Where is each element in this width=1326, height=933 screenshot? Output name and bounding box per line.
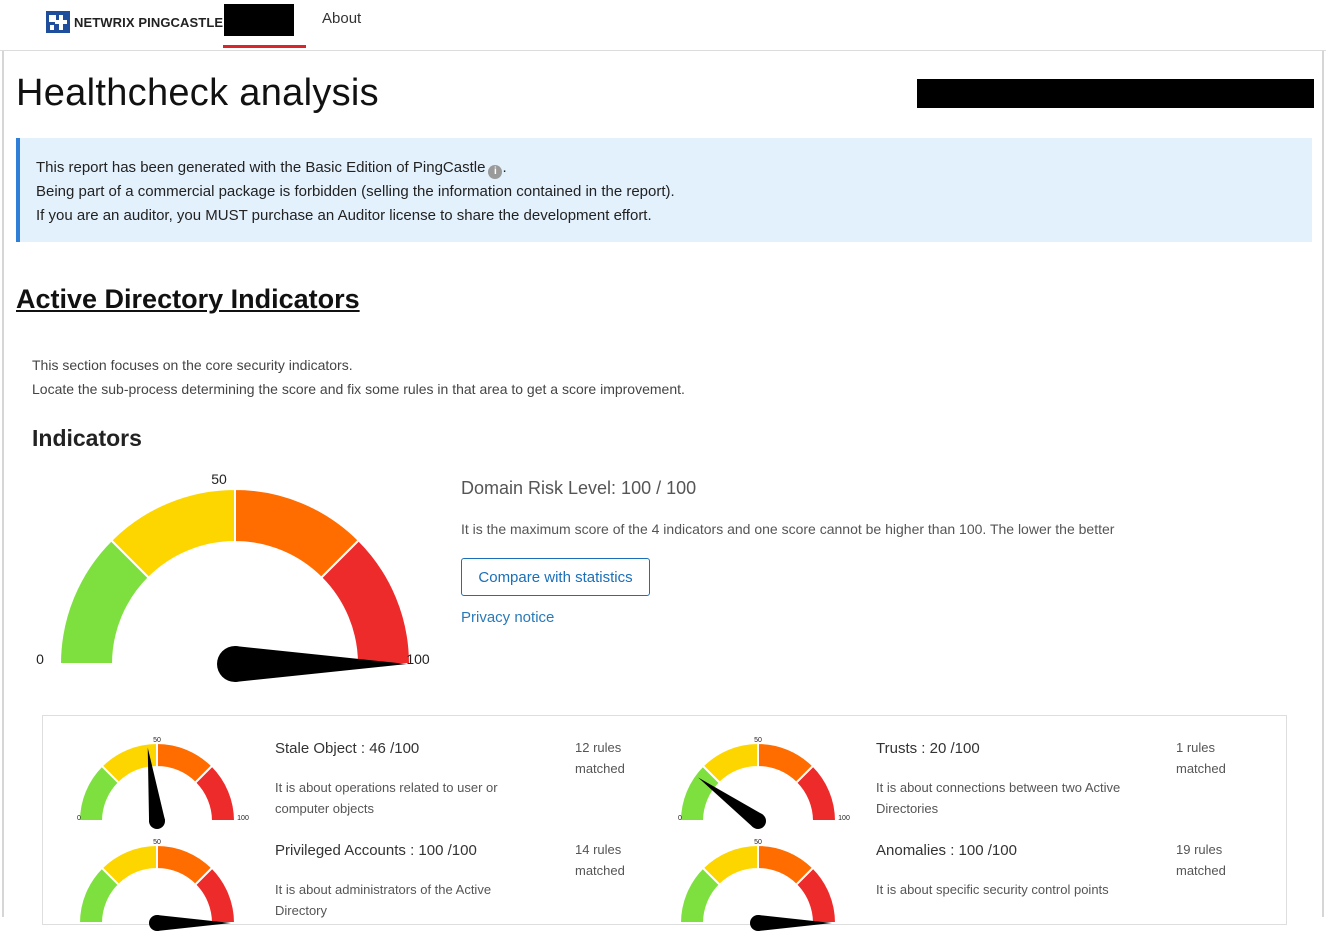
redacted-domain-name <box>917 79 1314 108</box>
gauge-bands <box>58 487 412 665</box>
stale-object-gauge: 0 50 100 <box>77 737 249 829</box>
notice-line-3: If you are an auditor, you MUST purchase… <box>36 207 652 224</box>
domain-risk-description: It is the maximum score of the 4 indicat… <box>461 521 1115 537</box>
domain-risk-gauge: 0 50 100 <box>36 471 430 682</box>
gauge-label-max: 100 <box>237 815 249 822</box>
gauge-label-min: 0 <box>77 815 81 822</box>
needle-hub <box>750 813 766 829</box>
privileged-accounts-title: Privileged Accounts : 100 /100 <box>275 842 477 859</box>
gauge-label-mid: 50 <box>153 839 161 846</box>
gauge-label-mid: 50 <box>153 737 161 744</box>
gauge-label-max: 100 <box>838 815 850 822</box>
indicators-subtitle: Indicators <box>32 425 142 451</box>
gauge-label-min: 0 <box>36 651 44 667</box>
anomalies-gauge: 50 <box>678 839 838 931</box>
brand-logo[interactable]: NETWRIX PINGCASTLE <box>46 10 223 34</box>
gauge-label-mid: 50 <box>754 737 762 744</box>
anomalies-description: It is about specific security control po… <box>876 882 1109 897</box>
notice-line-1: This report has been generated with the … <box>36 159 507 179</box>
gauge-label-max: 100 <box>406 651 430 667</box>
privileged-accounts-gauge: 50 <box>77 839 237 931</box>
stale-object-rules-matched: 12 rules matched <box>575 740 625 776</box>
trusts-description: It is about connections between two Acti… <box>876 780 1121 816</box>
trusts-gauge: 0 50 100 <box>678 737 850 829</box>
anomalies-rules-matched: 19 rules matched <box>1176 842 1226 878</box>
notice-line-2: Being part of a commercial package is fo… <box>36 183 675 200</box>
privileged-accounts-rules-matched: 14 rules matched <box>575 842 625 878</box>
needle-hub <box>217 646 253 682</box>
edition-notice: This report has been generated with the … <box>16 138 1312 242</box>
brand-name: NETWRIX PINGCASTLE <box>74 14 224 30</box>
active-tab-underline <box>223 45 306 48</box>
gauge-label-min: 0 <box>678 815 682 822</box>
privacy-notice-link[interactable]: Privacy notice <box>461 609 554 626</box>
domain-risk-title: Domain Risk Level: 100 / 100 <box>461 478 697 498</box>
pingcastle-logo-icon <box>46 11 70 33</box>
page-title: Healthcheck analysis <box>16 72 379 114</box>
needle-hub <box>750 915 766 931</box>
section-description: This section focuses on the core securit… <box>32 357 685 397</box>
anomalies-title: Anomalies : 100 /100 <box>876 842 1017 859</box>
needle-hub <box>149 813 165 829</box>
needle-hub <box>149 915 165 931</box>
info-icon[interactable]: i <box>488 165 503 179</box>
top-navbar: NETWRIX PINGCASTLE About <box>0 0 1326 51</box>
redacted-nav-item[interactable] <box>224 4 294 36</box>
gauge-label-mid: 50 <box>754 839 762 846</box>
indicator-panel: 0 50 100 Stale Object : 46 /100 It is ab… <box>42 715 1287 931</box>
trusts-title: Trusts : 20 /100 <box>876 740 980 757</box>
stale-object-description: It is about operations related to user o… <box>275 780 498 816</box>
trusts-rules-matched: 1 rules matched <box>1176 740 1226 776</box>
compare-statistics-button[interactable]: Compare with statistics <box>461 558 650 596</box>
section-title: Active Directory Indicators <box>16 284 360 314</box>
stale-object-title: Stale Object : 46 /100 <box>275 740 420 757</box>
gauge-label-mid: 50 <box>211 471 227 487</box>
nav-about-link[interactable]: About <box>322 10 361 27</box>
privileged-accounts-description: It is about administrators of the Active… <box>275 882 492 918</box>
